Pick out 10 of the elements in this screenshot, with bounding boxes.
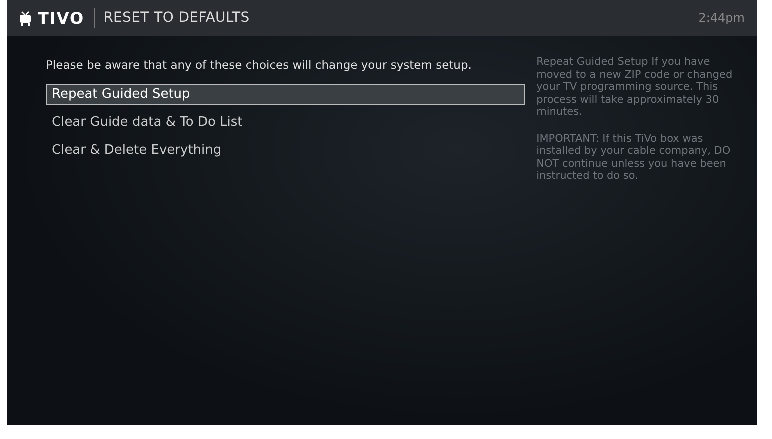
screen-title: RESET TO DEFAULTS bbox=[104, 10, 250, 26]
help-text: IMPORTANT: If this TiVo box was installed by your cable company, DO NOT continue unless you have been instructed to do so. bbox=[536, 132, 732, 182]
mascot-icon bbox=[19, 10, 32, 26]
menu-item[interactable]: Clear Guide data & To Do List bbox=[46, 112, 525, 133]
menu-item[interactable]: Repeat Guided Setup bbox=[46, 84, 525, 105]
clock-time: 2:44pm bbox=[698, 11, 745, 25]
logo-text: TIVO bbox=[38, 8, 85, 28]
menu-item[interactable]: Clear & Delete Everything bbox=[46, 140, 525, 161]
help-text: Repeat Guided Setup If you have moved to a new ZIP code or changed your TV programming source. This process will take approximately 30 minutes. bbox=[536, 56, 734, 118]
intro-text: Please be aware that any of these choices will change your system setup. bbox=[46, 58, 473, 72]
